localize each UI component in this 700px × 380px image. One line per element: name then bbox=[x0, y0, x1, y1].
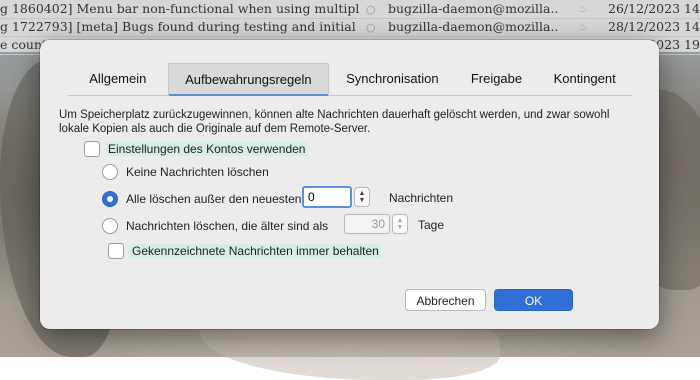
mail-from: bugzilla-daemon@mozilla... bbox=[388, 1, 558, 16]
arrow-down-icon[interactable]: ▼ bbox=[359, 197, 366, 204]
use-account-settings-checkbox[interactable] bbox=[84, 141, 100, 157]
keep-newest-row[interactable]: Alle löschen außer den neuesten bbox=[102, 191, 301, 207]
folder-properties-dialog: Allgemein Aufbewahrungsregeln Synchronis… bbox=[40, 40, 659, 329]
keep-newest-suffix: Nachrichten bbox=[389, 191, 454, 205]
mail-date: 26/12/2023 14 bbox=[608, 1, 700, 16]
use-account-settings-row[interactable]: Einstellungen des Kontos verwenden bbox=[84, 141, 308, 157]
keep-newest-stepper: ▲▼ bbox=[302, 186, 370, 208]
ok-button[interactable]: OK bbox=[494, 289, 573, 311]
read-status-icon[interactable]: ○ bbox=[366, 3, 376, 16]
tab-freigabe[interactable]: Freigabe bbox=[456, 63, 538, 95]
keep-all-row[interactable]: Keine Nachrichten löschen bbox=[102, 164, 269, 180]
mail-row[interactable]: g 1722793] [meta] Bugs found during test… bbox=[0, 18, 700, 37]
older-than-label: Nachrichten löschen, die älter sind als bbox=[126, 219, 329, 233]
tab-bar: Allgemein Aufbewahrungsregeln Synchronis… bbox=[68, 63, 632, 96]
retention-description: Um Speicherplatz zurückzugewinnen, könne… bbox=[59, 109, 610, 135]
older-than-stepper: ▲▼ bbox=[344, 214, 408, 234]
keep-newest-label: Alle löschen außer den neuesten bbox=[126, 192, 302, 206]
mail-subject: g 1860402] Menu bar non-functional when … bbox=[0, 1, 360, 16]
tab-synchronisation[interactable]: Synchronisation bbox=[329, 63, 456, 95]
use-account-settings-label: Einstellungen des Kontos verwenden bbox=[106, 142, 308, 156]
mail-from: bugzilla-daemon@mozilla... bbox=[388, 19, 558, 34]
read-status-icon[interactable]: ○ bbox=[366, 21, 376, 34]
older-than-suffix: Tage bbox=[418, 218, 445, 232]
cancel-button[interactable]: Abbrechen bbox=[405, 289, 486, 311]
keep-newest-radio[interactable] bbox=[102, 191, 118, 207]
keep-flagged-row[interactable]: Gekennzeichnete Nachrichten immer behalt… bbox=[108, 243, 381, 259]
junk-icon[interactable]: ♨ bbox=[578, 20, 588, 33]
keep-newest-input[interactable] bbox=[302, 186, 352, 208]
tab-kontingent[interactable]: Kontingent bbox=[537, 63, 632, 95]
mail-row[interactable]: g 1860402] Menu bar non-functional when … bbox=[0, 0, 700, 19]
older-than-radio[interactable] bbox=[102, 218, 118, 234]
keep-flagged-checkbox[interactable] bbox=[108, 243, 124, 259]
mail-subject: g 1722793] [meta] Bugs found during test… bbox=[0, 19, 360, 34]
arrow-up-icon[interactable]: ▲ bbox=[359, 190, 366, 197]
tab-allgemein[interactable]: Allgemein bbox=[68, 63, 168, 95]
junk-icon[interactable]: ♨ bbox=[578, 2, 588, 15]
keep-all-radio[interactable] bbox=[102, 164, 118, 180]
tab-aufbewahrungsregeln[interactable]: Aufbewahrungsregeln bbox=[167, 63, 330, 96]
keep-flagged-label: Gekennzeichnete Nachrichten immer behalt… bbox=[130, 244, 381, 258]
arrow-up-icon: ▲ bbox=[396, 217, 404, 224]
older-than-input bbox=[344, 214, 390, 234]
arrow-down-icon: ▼ bbox=[396, 224, 404, 231]
older-than-row[interactable]: Nachrichten löschen, die älter sind als bbox=[102, 218, 328, 234]
older-than-spinner: ▲ ▼ bbox=[392, 214, 408, 234]
keep-all-label: Keine Nachrichten löschen bbox=[126, 165, 269, 179]
tab-label: Aufbewahrungsregeln bbox=[185, 72, 312, 87]
mail-date: 28/12/2023 14 bbox=[608, 19, 700, 34]
keep-newest-spinner[interactable]: ▲ ▼ bbox=[354, 187, 370, 207]
